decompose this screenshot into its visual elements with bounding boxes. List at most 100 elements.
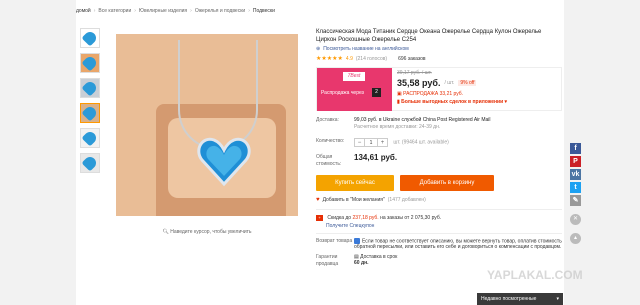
view-english-title-link[interactable]: ⊕ Посмотреть название на английском (316, 46, 562, 52)
guarantee-row: Гарантии продавца ▤ Доставка в срок 60 д… (316, 254, 562, 268)
old-price: 39,17 руб. / шт. (397, 70, 432, 76)
sale-timer-label: Распродажа через (321, 90, 364, 96)
zoom-hint-text: Наведите курсор, чтобы увеличить (170, 229, 252, 235)
breadcrumb-all-categories[interactable]: Все категории (98, 8, 131, 14)
scroll-top-icon[interactable]: ▴ (570, 233, 581, 244)
rating-votes[interactable]: (214 голосов) (356, 56, 387, 62)
product-page: домой › Все категории › Ювелирные издели… (76, 0, 564, 305)
app-deal-text: Больше выгодных сделок в приложении (401, 99, 504, 105)
rating-value: 4.9 (345, 55, 353, 62)
price-unit: / шт. (444, 80, 455, 86)
chevron-down-icon: ▾ (556, 296, 559, 302)
close-icon[interactable]: ✕ (570, 214, 581, 225)
zoom-hint: 🔍︎ Наведите курсор, чтобы увеличить (116, 229, 298, 235)
social-share-bar: f P vk t ✎ ✕ ▴ (570, 143, 582, 244)
watermark: YAPLAKAL.COM (487, 268, 583, 282)
current-price: 35,58 руб. (397, 78, 441, 88)
quantity-label: Количество: (316, 138, 345, 144)
chevron-down-icon: ▾ (503, 99, 508, 105)
thumbnail[interactable] (80, 78, 100, 98)
coupon-amount: 237,18 руб. (352, 215, 379, 221)
product-main-image[interactable] (116, 34, 298, 216)
sale-logo: 7Best (343, 72, 365, 81)
gift-icon: + (316, 215, 323, 221)
quantity-value: − 1 + шт. (99464 шт. available) (354, 138, 562, 147)
returns-row: Возврат товара Если товар не соответству… (316, 233, 562, 250)
twitter-share-icon[interactable]: t (570, 182, 581, 193)
globe-icon: ⊕ (316, 46, 321, 52)
chevron-right-icon: › (190, 8, 192, 14)
quantity-stepper: − 1 + (354, 138, 388, 147)
pinterest-share-icon[interactable]: P (570, 156, 581, 167)
breadcrumb-jewelry[interactable]: Ювелирные изделия (139, 8, 187, 14)
guarantee-days: 60 дн. (354, 260, 369, 267)
thumbnail[interactable] (80, 128, 100, 148)
returns-text: Если товар не соответствует описанию, вы… (354, 238, 562, 251)
sale-banner: 7Best Распродажа через 2 (317, 68, 392, 111)
coupon-prefix: Скидка до (327, 215, 352, 221)
total-label: Общая стоимость: (316, 154, 342, 167)
coupon-suffix: на заказы от 2 075,30 руб. (380, 215, 442, 221)
total-value-wrap: 134,61 руб. (354, 154, 562, 163)
breadcrumb-current: Подвески (252, 8, 275, 14)
thumbnail-image (81, 154, 99, 172)
total-price: 134,61 руб. (354, 153, 398, 162)
action-buttons: Купить сейчас Добавить в корзину (316, 175, 562, 191)
heart-pendant-image (197, 137, 251, 187)
facebook-share-icon[interactable]: f (570, 143, 581, 154)
thumbnail-image (81, 54, 99, 72)
star-rating-icon: ★★★★★ (316, 56, 343, 62)
sale-timer-days: 2 (372, 88, 381, 97)
product-info: Классическая Мода Титаник Сердце Океана … (316, 28, 562, 268)
app-deal-link[interactable]: ▮ Больше выгодных сделок в приложении ▾ (397, 99, 562, 105)
breadcrumb-necklaces[interactable]: Ожерелья и подвески (195, 8, 245, 14)
shipping-estimate: Расчетное время доставки: 24-39 дн. (354, 124, 441, 130)
breadcrumb: домой › Все категории › Ювелирные издели… (76, 5, 275, 17)
thumbnail-image (81, 129, 99, 147)
buy-now-button[interactable]: Купить сейчас (316, 175, 394, 191)
heart-icon: ♥ (316, 197, 320, 203)
total-row: Общая стоимость: 134,61 руб. (316, 154, 562, 168)
add-to-cart-button[interactable]: Добавить в корзину (400, 175, 494, 191)
edit-icon[interactable]: ✎ (570, 195, 581, 206)
shipping-label: Доставка: (316, 117, 339, 123)
orders-count: 696 заказов (398, 55, 426, 62)
chevron-right-icon: › (248, 8, 250, 14)
chevron-right-icon: › (93, 8, 96, 14)
add-to-wishlist-link[interactable]: ♥ Добавить в "Мои желания" (1477 добавле… (316, 197, 562, 203)
shipping-row: Доставка: 99,03 руб. в Ukraine службой C… (316, 117, 562, 131)
view-english-title-text: Посмотреть название на английском (323, 46, 409, 52)
recently-viewed-label: Недавно посмотренные (481, 296, 537, 302)
thumbnail[interactable] (80, 53, 100, 73)
returns-label: Возврат товара (316, 238, 353, 244)
shipping-method: 99,03 руб. в Ukraine службой China Post … (354, 117, 491, 123)
wishlist-count: (1477 добавлен) (387, 197, 426, 203)
quantity-row: Количество: − 1 + шт. (99464 шт. availab… (316, 138, 562, 147)
shipping-value[interactable]: 99,03 руб. в Ukraine службой China Post … (354, 117, 562, 131)
quantity-plus-button[interactable]: + (378, 139, 387, 147)
thumbnail-image (81, 29, 99, 47)
promo-box: 7Best Распродажа через 2 39,17 руб. / шт… (316, 67, 562, 111)
vk-share-icon[interactable]: vk (570, 169, 581, 180)
quantity-minus-button[interactable]: − (355, 139, 364, 147)
returns-text-wrap: Если товар не соответствует описанию, вы… (354, 238, 562, 250)
thumbnail[interactable] (80, 153, 100, 173)
price-area: 39,17 руб. / шт. 35,58 руб. / шт. 9% off… (397, 70, 562, 105)
guarantee-label: Гарантии продавца (316, 254, 339, 268)
breadcrumb-home[interactable]: домой (76, 8, 91, 14)
thumbnail[interactable] (80, 28, 100, 48)
recently-viewed-bar[interactable]: Недавно посмотренные ▾ (477, 293, 563, 305)
sale-price-text: РАСПРОДАЖА 33,21 руб. (403, 91, 464, 97)
stock-available: шт. (99464 шт. available) (393, 139, 449, 146)
thumbnail-image (81, 104, 99, 122)
guarantee-text-wrap: ▤ Доставка в срок 60 дн. (354, 254, 397, 268)
thumbnail-image (81, 79, 99, 97)
thumbnail-list (80, 28, 102, 178)
wishlist-label: Добавить в "Мои желания" (322, 197, 385, 203)
get-coupon-link[interactable]: Получите Спецкупон (326, 223, 562, 229)
sale-price-line: ▣ РАСПРОДАЖА 33,21 руб. (397, 91, 562, 97)
thumbnail-active[interactable] (80, 103, 100, 123)
coupon-block: + Скидка до 237,18 руб. на заказы от 2 0… (316, 209, 562, 229)
quantity-input[interactable]: 1 (364, 138, 378, 147)
rating-line: ★★★★★ 4.9 (214 голосов) 696 заказов (316, 55, 562, 63)
